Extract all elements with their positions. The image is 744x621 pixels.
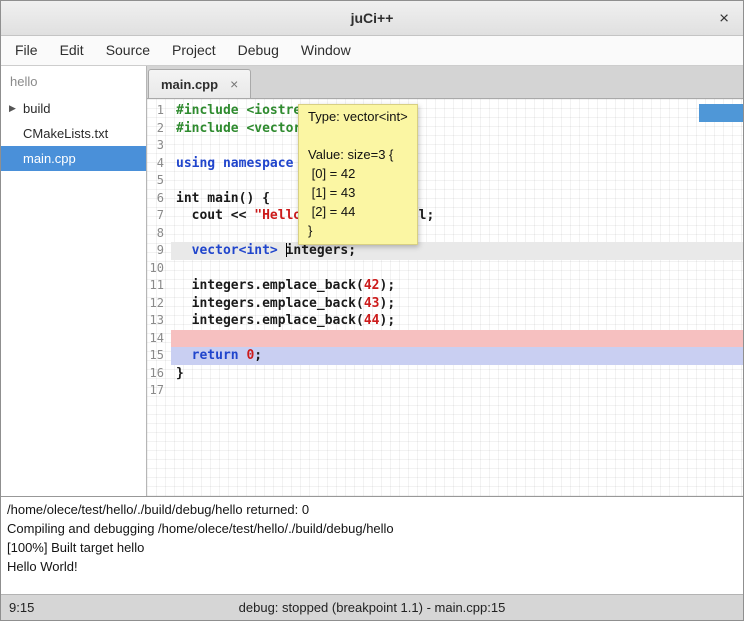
code-line-9[interactable]: 9 vector<int> integers; xyxy=(147,242,743,260)
tree-item-build[interactable]: ▶build xyxy=(1,96,146,121)
code-line-4[interactable]: 4using namespace std; xyxy=(147,155,743,173)
scrollbar-thumb[interactable] xyxy=(699,104,743,122)
code-line-6[interactable]: 6int main() { xyxy=(147,190,743,208)
terminal-line: Compiling and debugging /home/olece/test… xyxy=(7,519,737,538)
line-number[interactable]: 8 xyxy=(147,225,171,243)
tree-item-label: build xyxy=(23,101,50,116)
line-number[interactable]: 9 xyxy=(147,242,171,260)
file-tree: ▶build CMakeLists.txt main.cpp xyxy=(1,96,146,171)
line-number[interactable]: 2 xyxy=(147,120,171,138)
line-code xyxy=(171,330,743,348)
tab-label: main.cpp xyxy=(161,77,218,92)
line-number[interactable]: 13 xyxy=(147,312,171,330)
tooltip-line: Type: vector<int> xyxy=(308,107,408,126)
tree-item-main-cpp[interactable]: main.cpp xyxy=(1,146,146,171)
line-code: integers.emplace_back(44); xyxy=(171,312,743,330)
line-code xyxy=(171,137,743,155)
project-label: hello xyxy=(1,66,146,96)
line-code: return 0; xyxy=(171,347,743,365)
main-area: main.cpp × 1#include <iostream>2#include… xyxy=(147,66,743,496)
line-number[interactable]: 6 xyxy=(147,190,171,208)
menu-source[interactable]: Source xyxy=(95,36,161,65)
close-icon[interactable]: × xyxy=(719,10,729,27)
line-code: cout << "Hello World!" << endl; xyxy=(171,207,743,225)
menu-window[interactable]: Window xyxy=(290,36,362,65)
tab-close-icon[interactable]: × xyxy=(230,76,238,92)
line-number[interactable]: 1 xyxy=(147,102,171,120)
debug-tooltip: Type: vector<int> Value: size=3 { [0] = … xyxy=(298,104,418,245)
debug-status: debug: stopped (breakpoint 1.1) - main.c… xyxy=(1,595,743,620)
line-number[interactable]: 15 xyxy=(147,347,171,365)
menubar: FileEditSourceProjectDebugWindow xyxy=(1,36,743,66)
code-editor[interactable]: 1#include <iostream>2#include <vector>34… xyxy=(147,99,743,496)
line-code: integers.emplace_back(43); xyxy=(171,295,743,313)
line-number[interactable]: 12 xyxy=(147,295,171,313)
expander-icon[interactable]: ▶ xyxy=(9,103,23,114)
line-number[interactable]: 5 xyxy=(147,172,171,190)
code-line-5[interactable]: 5 xyxy=(147,172,743,190)
code-line-8[interactable]: 8 xyxy=(147,225,743,243)
menu-edit[interactable]: Edit xyxy=(49,36,95,65)
code-line-16[interactable]: 16} xyxy=(147,365,743,383)
app-window: juCi++ × FileEditSourceProjectDebugWindo… xyxy=(0,0,744,621)
menu-project[interactable]: Project xyxy=(161,36,227,65)
line-code: using namespace std; xyxy=(171,155,743,173)
tooltip-line xyxy=(308,126,408,145)
code-area: 1#include <iostream>2#include <vector>34… xyxy=(147,102,743,400)
terminal-line: /home/olece/test/hello/./build/debug/hel… xyxy=(7,500,737,519)
line-code xyxy=(171,382,743,400)
body: hello ▶build CMakeLists.txt main.cpp main.… xyxy=(1,66,743,496)
line-code: #include <vector> xyxy=(171,120,743,138)
tooltip-line: [1] = 43 xyxy=(308,183,408,202)
code-line-1[interactable]: 1#include <iostream> xyxy=(147,102,743,120)
line-code xyxy=(171,260,743,278)
tab-main-cpp[interactable]: main.cpp × xyxy=(148,69,251,98)
window-title: juCi++ xyxy=(351,10,394,26)
code-line-14[interactable]: 14 xyxy=(147,330,743,348)
line-code: integers.emplace_back(42); xyxy=(171,277,743,295)
line-code: } xyxy=(171,365,743,383)
line-code: int main() { xyxy=(171,190,743,208)
code-line-11[interactable]: 11 integers.emplace_back(42); xyxy=(147,277,743,295)
line-code xyxy=(171,225,743,243)
tooltip-line: } xyxy=(308,221,408,240)
code-line-7[interactable]: 7 cout << "Hello World!" << endl; xyxy=(147,207,743,225)
code-line-12[interactable]: 12 integers.emplace_back(43); xyxy=(147,295,743,313)
code-line-17[interactable]: 17 xyxy=(147,382,743,400)
code-line-15[interactable]: 15 return 0; xyxy=(147,347,743,365)
sidebar: hello ▶build CMakeLists.txt main.cpp xyxy=(1,66,147,496)
code-line-2[interactable]: 2#include <vector> xyxy=(147,120,743,138)
menu-debug[interactable]: Debug xyxy=(227,36,290,65)
terminal-line: Hello World! xyxy=(7,557,737,576)
tree-item-cmakelists-txt[interactable]: CMakeLists.txt xyxy=(1,121,146,146)
line-number[interactable]: 16 xyxy=(147,365,171,383)
tooltip-line: [2] = 44 xyxy=(308,202,408,221)
line-code: vector<int> integers; xyxy=(171,242,743,260)
tabbar: main.cpp × xyxy=(147,66,743,99)
tooltip-line: Value: size=3 { xyxy=(308,145,408,164)
line-number[interactable]: 7 xyxy=(147,207,171,225)
line-number[interactable]: 17 xyxy=(147,382,171,400)
text-cursor xyxy=(286,243,288,257)
code-line-13[interactable]: 13 integers.emplace_back(44); xyxy=(147,312,743,330)
line-number[interactable]: 14 xyxy=(147,330,171,348)
line-number[interactable]: 4 xyxy=(147,155,171,173)
terminal-output: /home/olece/test/hello/./build/debug/hel… xyxy=(1,496,743,594)
line-number[interactable]: 11 xyxy=(147,277,171,295)
code-line-10[interactable]: 10 xyxy=(147,260,743,278)
titlebar: juCi++ × xyxy=(1,1,743,36)
tree-item-label: CMakeLists.txt xyxy=(23,126,108,141)
tree-item-label: main.cpp xyxy=(23,151,76,166)
line-code: #include <iostream> xyxy=(171,102,743,120)
code-line-3[interactable]: 3 xyxy=(147,137,743,155)
statusbar: 9:15 debug: stopped (breakpoint 1.1) - m… xyxy=(1,594,743,620)
line-number[interactable]: 10 xyxy=(147,260,171,278)
menu-file[interactable]: File xyxy=(4,36,49,65)
terminal-line: [100%] Built target hello xyxy=(7,538,737,557)
tooltip-line: [0] = 42 xyxy=(308,164,408,183)
line-number[interactable]: 3 xyxy=(147,137,171,155)
line-code xyxy=(171,172,743,190)
